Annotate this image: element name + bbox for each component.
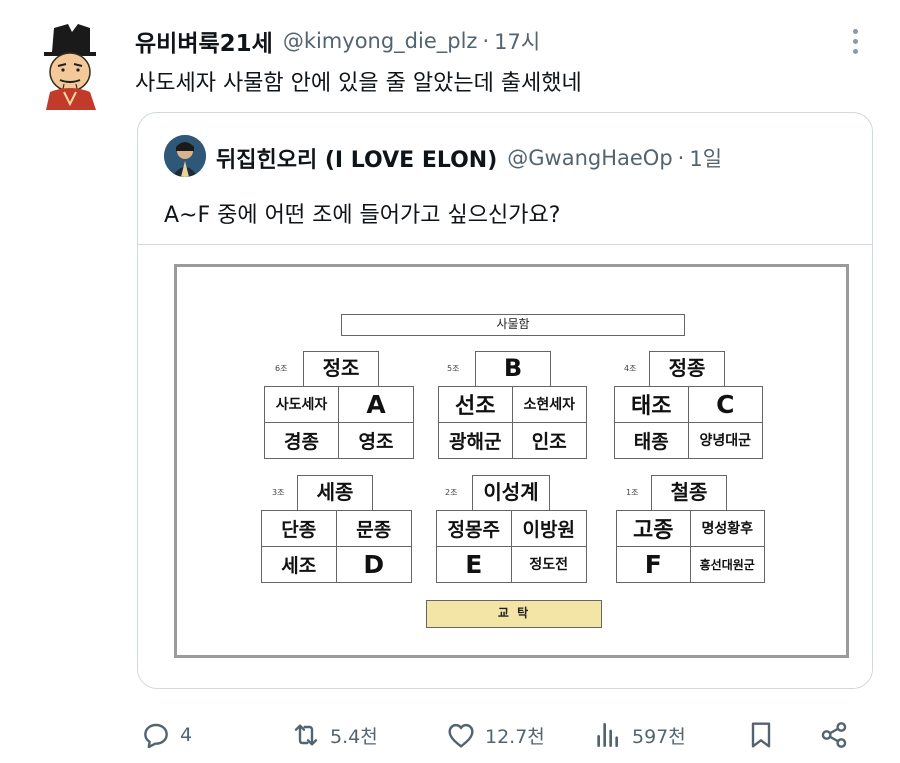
views-button[interactable]: 597천: [592, 712, 686, 758]
group-label: 정조: [303, 351, 379, 386]
quoted-tweet[interactable]: 뒤집힌오리 (I LOVE ELON) @GwangHaeOp · 1일 A~F…: [137, 112, 873, 689]
retweet-count: 5.4천: [330, 725, 378, 748]
quote-author-handle[interactable]: @GwangHaeOp: [507, 146, 672, 170]
seat-cell: 사도세자: [265, 387, 339, 423]
seat-cell: 태종: [615, 422, 689, 458]
like-count: 12.7천: [485, 725, 545, 748]
quote-separator-dot: ·: [677, 146, 685, 170]
seat-cell: D: [363, 549, 385, 579]
views-count: 597천: [632, 725, 686, 748]
action-bar: 4 5.4천 12.7천 597천: [0, 712, 900, 758]
quote-author-name[interactable]: 뒤집힌오리 (I LOVE ELON): [216, 142, 497, 174]
group-number: 1조: [626, 488, 639, 497]
like-button[interactable]: 12.7천: [445, 712, 545, 758]
quote-time[interactable]: 1일: [689, 143, 722, 173]
seat-cell: 세조: [262, 546, 337, 582]
seat-cell: 이방원: [511, 511, 586, 547]
group-number: 6조: [275, 364, 288, 373]
group-grid: 선조 소현세자 광해군 인조: [438, 386, 587, 459]
seat-cell: 태조: [615, 387, 689, 423]
seat-cell: 정도전: [529, 557, 569, 574]
retweet-button[interactable]: 5.4천: [290, 712, 378, 758]
group-number: 4조: [624, 364, 637, 373]
heart-icon: [448, 723, 474, 748]
seat-cell: C: [688, 387, 762, 423]
tweet-text: 사도세자 사물함 안에 있을 줄 알았는데 출세했네: [135, 71, 582, 96]
group-label: B: [475, 351, 551, 386]
group-grid: 고종 명성황후 F 흥선대원군: [616, 510, 765, 583]
tweet-time[interactable]: 17시: [494, 26, 540, 56]
seat-cell: 정몽주: [437, 511, 512, 547]
seat-cell: F: [617, 546, 691, 582]
bookmark-icon: [751, 722, 771, 748]
group-label: 철종: [651, 475, 727, 510]
seat-cell: A: [339, 387, 413, 423]
seat-cell: 고종: [617, 511, 691, 547]
retweet-icon: [294, 724, 318, 746]
share-button[interactable]: [818, 712, 850, 758]
group-label: 이성계: [472, 475, 550, 510]
group-number: 2조: [445, 488, 458, 497]
share-icon: [821, 722, 847, 748]
group-label: 정종: [649, 351, 725, 386]
reply-icon: [144, 723, 168, 749]
seat-cell: 경종: [265, 422, 339, 458]
seat-cell: 흥선대원군: [699, 557, 755, 572]
group-grid: 정몽주 이방원 E 정도전: [436, 510, 587, 583]
group-grid: 사도세자 A 경종 영조: [264, 386, 414, 459]
joseon-official-avatar-icon[interactable]: [38, 22, 102, 110]
seat-cell: 명성황후: [690, 511, 764, 547]
group-label: 세종: [297, 475, 373, 510]
more-options-icon[interactable]: [846, 26, 864, 56]
seat-cell: 소현세자: [512, 387, 586, 423]
views-icon: [597, 723, 618, 747]
tweet-header: 유비벼룩21세 @kimyong_die_plz · 17시: [135, 24, 540, 58]
bookmark-button[interactable]: [745, 712, 777, 758]
classroom-seating-chart: 사물함 6조 정조 사도세자 A 경종 영조 5조 B 선조 소현세자 광해군 …: [174, 264, 849, 658]
reply-button[interactable]: 4: [140, 712, 192, 758]
profile-avatar-icon[interactable]: [164, 135, 206, 177]
seat-cell: 인조: [531, 430, 567, 453]
quote-header: 뒤집힌오리 (I LOVE ELON) @GwangHaeOp · 1일: [216, 141, 722, 175]
author-name[interactable]: 유비벼룩21세: [135, 24, 273, 58]
group-number: 5조: [447, 364, 460, 373]
group-grid: 태조 C 태종 양녕대군: [614, 386, 763, 459]
seat-cell: 선조: [439, 387, 513, 423]
locker-title: 사물함: [341, 314, 685, 336]
author-handle[interactable]: @kimyong_die_plz: [283, 29, 478, 53]
separator-dot: ·: [482, 29, 490, 53]
teacher-desk: 교 탁: [426, 600, 602, 628]
group-grid: 단종 문종 세조 D: [261, 510, 412, 583]
quote-image[interactable]: 사물함 6조 정조 사도세자 A 경종 영조 5조 B 선조 소현세자 광해군 …: [138, 245, 872, 688]
seat-cell: 광해군: [439, 422, 513, 458]
reply-count: 4: [180, 724, 193, 746]
quote-text: A~F 중에 어떤 조에 들어가고 싶으신가요?: [164, 203, 561, 228]
group-number: 3조: [272, 488, 285, 497]
seat-cell: 문종: [336, 511, 411, 547]
seat-cell: E: [437, 546, 512, 582]
seat-cell: 양녕대군: [699, 433, 752, 450]
seat-cell: 단종: [262, 511, 337, 547]
seat-cell: 영조: [358, 430, 394, 453]
